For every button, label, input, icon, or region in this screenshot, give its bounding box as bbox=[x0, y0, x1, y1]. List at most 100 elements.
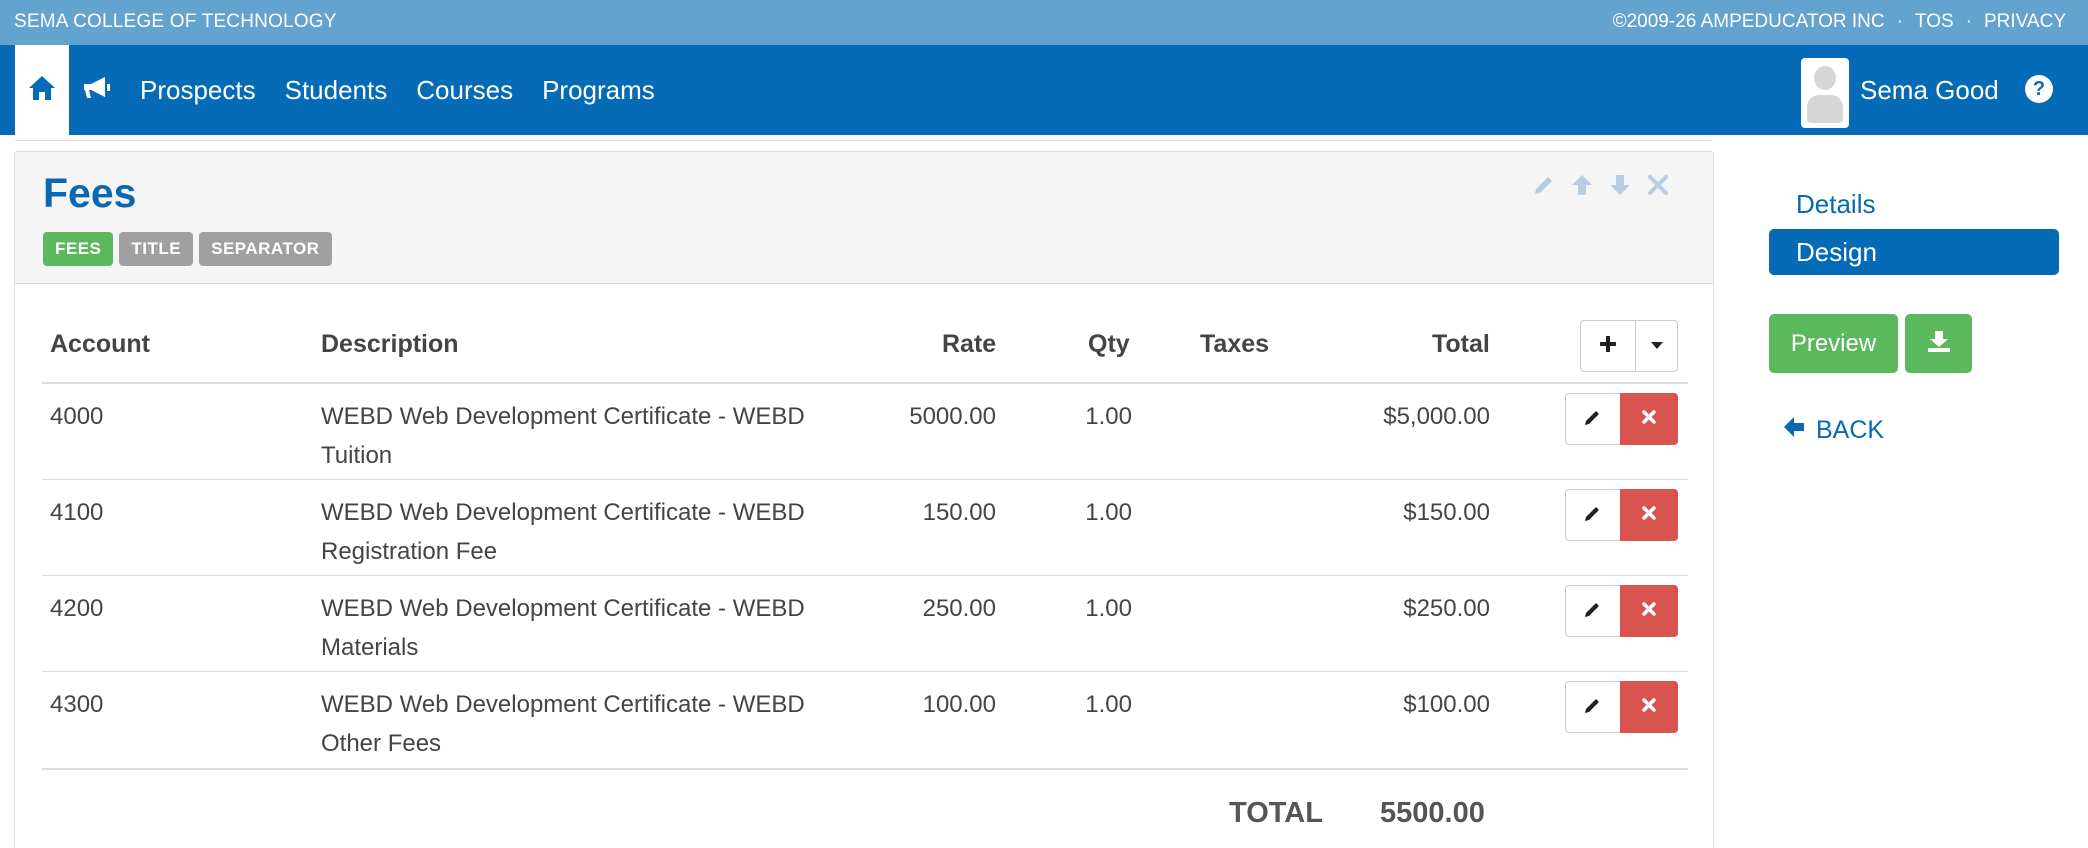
cell-qty: 1.00 bbox=[1085, 595, 1132, 622]
main-navbar: Prospects Students Courses Programs Sema… bbox=[0, 45, 2088, 135]
add-options-dropdown[interactable] bbox=[1635, 320, 1678, 372]
col-header-qty: Qty bbox=[1088, 330, 1130, 358]
home-button[interactable] bbox=[15, 45, 69, 135]
close-icon[interactable] bbox=[1645, 172, 1671, 198]
cell-description: WEBD Web Development Certificate - WEBD … bbox=[321, 493, 841, 571]
close-icon bbox=[1641, 505, 1657, 526]
school-name: SEMA COLLEGE OF TECHNOLOGY bbox=[14, 11, 337, 32]
table-row: 4000 WEBD Web Development Certificate - … bbox=[42, 384, 1688, 480]
cell-account: 4300 bbox=[50, 691, 104, 718]
cell-description: WEBD Web Development Certificate - WEBD … bbox=[321, 397, 841, 475]
announcements-button[interactable] bbox=[80, 73, 114, 107]
avatar-body bbox=[1807, 95, 1843, 123]
sidebar-item-label: Design bbox=[1796, 236, 1877, 267]
tos-link[interactable]: TOS bbox=[1915, 11, 1954, 33]
back-link[interactable]: BACK bbox=[1782, 415, 1884, 446]
download-icon bbox=[1926, 329, 1952, 358]
cell-account: 4200 bbox=[50, 595, 104, 622]
description-line: WEBD Web Development Certificate - WEBD bbox=[321, 499, 805, 526]
help-icon[interactable]: ? bbox=[2025, 75, 2053, 103]
cell-rate: 100.00 bbox=[922, 691, 996, 718]
col-header-rate: Rate bbox=[942, 330, 997, 358]
tag-list: FEES TITLE SEPARATOR bbox=[43, 232, 332, 266]
cell-account: 4100 bbox=[50, 499, 104, 526]
sidebar-item-design[interactable]: Design bbox=[1769, 229, 2059, 275]
cell-description: WEBD Web Development Certificate - WEBD … bbox=[321, 685, 841, 763]
privacy-link[interactable]: PRIVACY bbox=[1984, 11, 2066, 33]
description-line: Materials bbox=[321, 634, 419, 661]
col-header-taxes: Taxes bbox=[1200, 330, 1270, 358]
cell-total: $5,000.00 bbox=[1383, 403, 1490, 430]
cell-qty: 1.00 bbox=[1085, 403, 1132, 430]
description-line: Registration Fee bbox=[321, 538, 498, 565]
edit-row-button[interactable] bbox=[1565, 681, 1621, 733]
arrow-up-icon[interactable] bbox=[1569, 172, 1595, 198]
close-icon bbox=[1641, 409, 1657, 430]
total-label: TOTAL bbox=[1229, 797, 1323, 829]
cell-rate: 250.00 bbox=[922, 595, 996, 622]
close-icon bbox=[1641, 601, 1657, 622]
download-button[interactable] bbox=[1905, 314, 1972, 373]
chevron-down-icon bbox=[1650, 337, 1664, 355]
nav-links: Prospects Students Courses Programs bbox=[140, 45, 655, 135]
description-line: Other Fees bbox=[321, 730, 442, 757]
footer-divider bbox=[42, 768, 1688, 770]
plus-icon bbox=[1598, 334, 1618, 359]
cell-account: 4000 bbox=[50, 403, 104, 430]
pencil-icon[interactable] bbox=[1531, 172, 1557, 198]
pencil-icon bbox=[1583, 695, 1603, 720]
cell-rate: 5000.00 bbox=[909, 403, 996, 430]
preview-button[interactable]: Preview bbox=[1769, 314, 1898, 373]
delete-row-button[interactable] bbox=[1620, 681, 1678, 733]
page-title: Fees bbox=[43, 170, 137, 216]
nav-item-prospects[interactable]: Prospects bbox=[140, 75, 256, 106]
cell-total: $250.00 bbox=[1403, 595, 1490, 622]
table-row: 4200 WEBD Web Development Certificate - … bbox=[42, 576, 1688, 672]
separator-dot: · bbox=[1965, 11, 1972, 32]
megaphone-icon bbox=[81, 75, 113, 106]
avatar-head bbox=[1814, 66, 1836, 90]
col-header-description: Description bbox=[321, 330, 459, 358]
arrow-down-icon[interactable] bbox=[1607, 172, 1633, 198]
description-line: WEBD Web Development Certificate - WEBD bbox=[321, 691, 805, 718]
separator-dot: · bbox=[1896, 11, 1903, 32]
preview-label: Preview bbox=[1790, 329, 1877, 357]
home-icon bbox=[27, 74, 57, 107]
table-row: 4300 WEBD Web Development Certificate - … bbox=[42, 672, 1688, 768]
edit-row-button[interactable] bbox=[1565, 585, 1621, 637]
pencil-icon bbox=[1583, 407, 1603, 432]
panel-header: Fees FEES TITLE SEPARATOR bbox=[15, 152, 1713, 284]
delete-row-button[interactable] bbox=[1620, 585, 1678, 637]
col-header-total: Total bbox=[1432, 330, 1490, 358]
description-line: Tuition bbox=[321, 442, 393, 469]
edit-row-button[interactable] bbox=[1565, 393, 1621, 445]
add-line-button[interactable] bbox=[1580, 320, 1636, 372]
sidebar-item-details[interactable]: Details bbox=[1796, 189, 1875, 220]
delete-row-button[interactable] bbox=[1620, 393, 1678, 445]
tag-title[interactable]: TITLE bbox=[119, 232, 194, 266]
back-label: BACK bbox=[1816, 416, 1885, 444]
arrow-left-icon bbox=[1782, 415, 1806, 446]
avatar[interactable] bbox=[1801, 58, 1849, 128]
col-header-account: Account bbox=[50, 330, 150, 358]
tag-separator[interactable]: SEPARATOR bbox=[199, 232, 332, 266]
divider bbox=[15, 140, 1711, 141]
nav-item-programs[interactable]: Programs bbox=[542, 75, 655, 106]
close-icon bbox=[1641, 697, 1657, 718]
table-row: 4100 WEBD Web Development Certificate - … bbox=[42, 480, 1688, 576]
user-name[interactable]: Sema Good bbox=[1860, 75, 1999, 106]
delete-row-button[interactable] bbox=[1620, 489, 1678, 541]
description-line: WEBD Web Development Certificate - WEBD bbox=[321, 595, 805, 622]
total-value: 5500.00 bbox=[1380, 797, 1485, 829]
nav-item-courses[interactable]: Courses bbox=[416, 75, 513, 106]
section-tools bbox=[1531, 172, 1671, 198]
copyright-text: ©2009-26 AMPEDUCATOR INC bbox=[1612, 11, 1885, 32]
edit-row-button[interactable] bbox=[1565, 489, 1621, 541]
pencil-icon bbox=[1583, 599, 1603, 624]
cell-total: $100.00 bbox=[1403, 691, 1490, 718]
top-strip: SEMA COLLEGE OF TECHNOLOGY ©2009-26 AMPE… bbox=[0, 0, 2088, 45]
tag-fees[interactable]: FEES bbox=[43, 232, 114, 266]
cell-description: WEBD Web Development Certificate - WEBD … bbox=[321, 589, 841, 667]
nav-item-students[interactable]: Students bbox=[285, 75, 388, 106]
cell-rate: 150.00 bbox=[922, 499, 996, 526]
